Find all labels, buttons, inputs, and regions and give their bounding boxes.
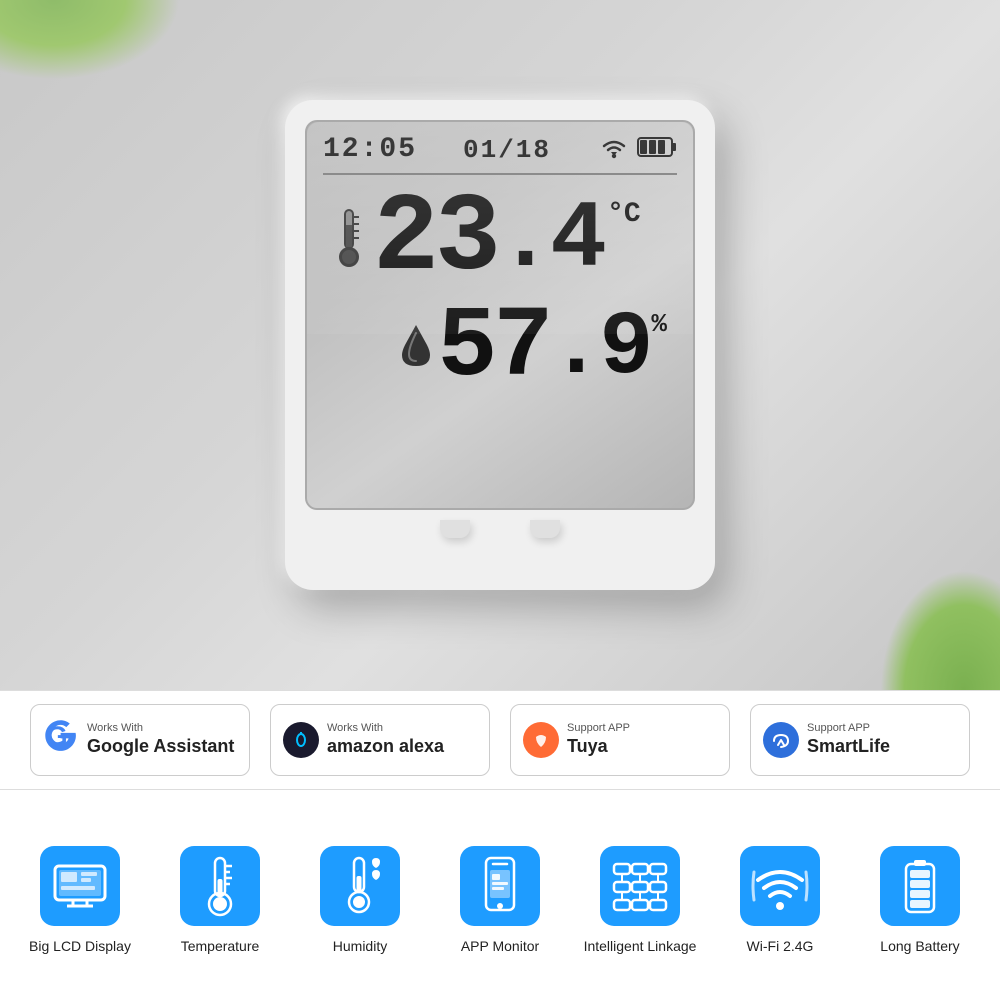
feature-battery: Long Battery — [860, 846, 980, 954]
time-display: 12:05 — [323, 134, 417, 165]
temperature-area: 23 .4 °C — [323, 185, 677, 295]
lcd-screen: 12:05 01/18 — [305, 120, 695, 510]
tuya-badge-text: Support APP Tuya — [567, 722, 630, 759]
feature-temperature: Temperature — [160, 846, 280, 954]
temp-decimal: .4 — [497, 193, 603, 288]
device-foot-left — [440, 520, 470, 538]
google-works-with-label: Works With — [87, 722, 234, 735]
google-logo: G — [43, 718, 79, 762]
plant-decoration-top — [0, 0, 180, 80]
wifi-label: Wi-Fi 2.4G — [747, 938, 814, 954]
compatibility-badge-row: G Works With Google Assistant Works With… — [0, 690, 1000, 790]
feature-humidity: Humidity — [300, 846, 420, 954]
device-body: 12:05 01/18 — [285, 100, 715, 590]
temperature-icon-box — [180, 846, 260, 926]
hum-unit: % — [651, 309, 667, 339]
device-image-area: 12:05 01/18 — [0, 0, 1000, 690]
smartlife-badge-text: Support APP SmartLife — [807, 722, 890, 759]
humidity-value: 57 — [437, 299, 549, 399]
google-assistant-badge: G Works With Google Assistant — [30, 704, 250, 776]
tuya-logo — [523, 722, 559, 758]
droplet-icon — [399, 323, 433, 375]
linkage-label: Intelligent Linkage — [584, 938, 697, 954]
feature-lcd: Big LCD Display — [20, 846, 140, 954]
device-foot-right — [530, 520, 560, 538]
thermometer-icon — [333, 205, 365, 276]
lcd-icon-box — [40, 846, 120, 926]
date-display: 01/18 — [463, 135, 551, 165]
battery-icon-box — [880, 846, 960, 926]
alexa-logo — [283, 722, 319, 758]
feature-linkage: Intelligent Linkage — [580, 846, 700, 954]
status-bar: 12:05 01/18 — [323, 134, 677, 165]
smartlife-brand-name: SmartLife — [807, 735, 890, 758]
feature-app: APP Monitor — [440, 846, 560, 954]
app-label: APP Monitor — [461, 938, 539, 954]
tuya-support-label: Support APP — [567, 722, 630, 735]
wifi-status-icon — [597, 134, 631, 165]
plant-decoration-bottom — [880, 570, 1000, 690]
smartlife-logo — [763, 722, 799, 758]
smartlife-support-label: Support APP — [807, 722, 890, 735]
svg-text:G: G — [47, 721, 68, 751]
app-icon-box — [460, 846, 540, 926]
google-brand-name: Google Assistant — [87, 735, 234, 758]
device-feet — [440, 520, 560, 538]
alexa-badge-text: Works With amazon alexa — [327, 722, 444, 759]
alexa-works-with-label: Works With — [327, 722, 444, 735]
linkage-icon-box — [600, 846, 680, 926]
google-badge-text: Works With Google Assistant — [87, 722, 234, 759]
wifi-icon-box — [740, 846, 820, 926]
smartlife-badge: Support APP SmartLife — [750, 704, 970, 776]
humidity-icon-box — [320, 846, 400, 926]
alexa-badge: Works With amazon alexa — [270, 704, 490, 776]
humidity-label: Humidity — [333, 938, 387, 954]
battery-label: Long Battery — [880, 938, 959, 954]
battery-status-icon — [637, 135, 677, 164]
alexa-brand-name: amazon alexa — [327, 735, 444, 758]
temperature-label: Temperature — [181, 938, 260, 954]
temperature-value: 23 — [373, 185, 497, 295]
feature-wifi: Wi-Fi 2.4G — [720, 846, 840, 954]
tuya-brand-name: Tuya — [567, 735, 630, 758]
humidity-area: 57 .9 % — [323, 299, 677, 399]
status-icons — [597, 134, 677, 165]
hum-decimal: .9 — [549, 304, 649, 394]
screen-divider — [323, 173, 677, 175]
features-row: Big LCD Display Temperature — [0, 790, 1000, 1000]
temp-unit: °C — [607, 199, 641, 230]
tuya-badge: Support APP Tuya — [510, 704, 730, 776]
lcd-label: Big LCD Display — [29, 938, 131, 954]
